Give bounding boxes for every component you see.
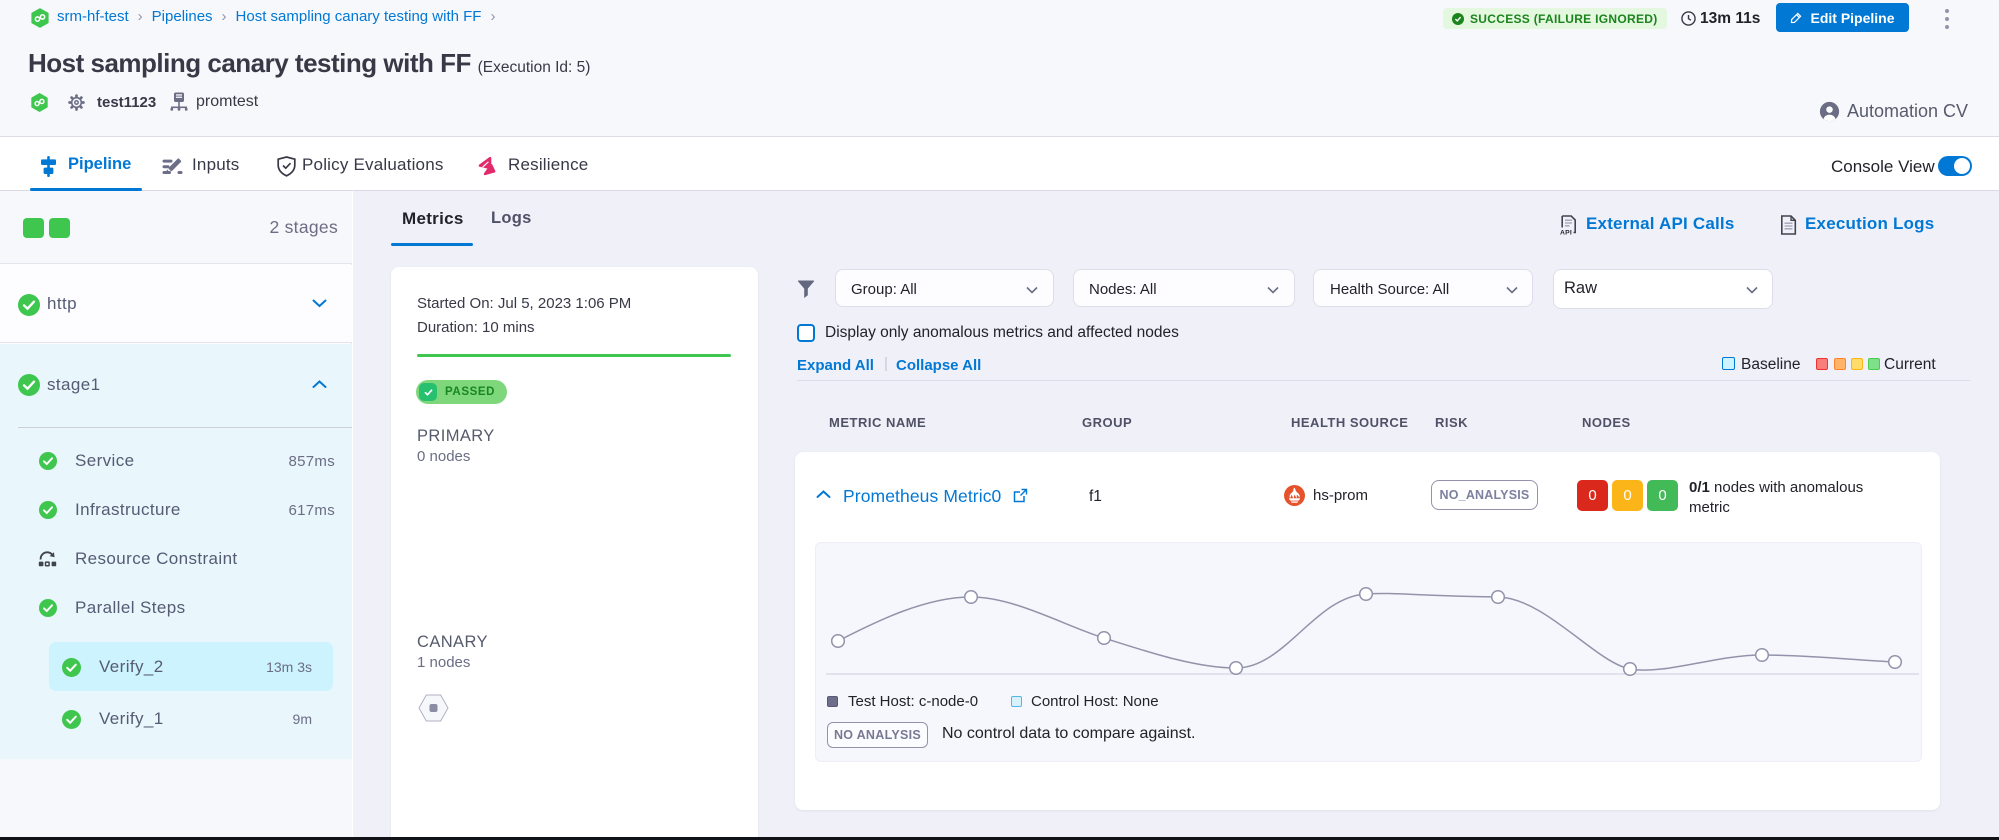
svg-text:API: API — [1560, 229, 1572, 236]
